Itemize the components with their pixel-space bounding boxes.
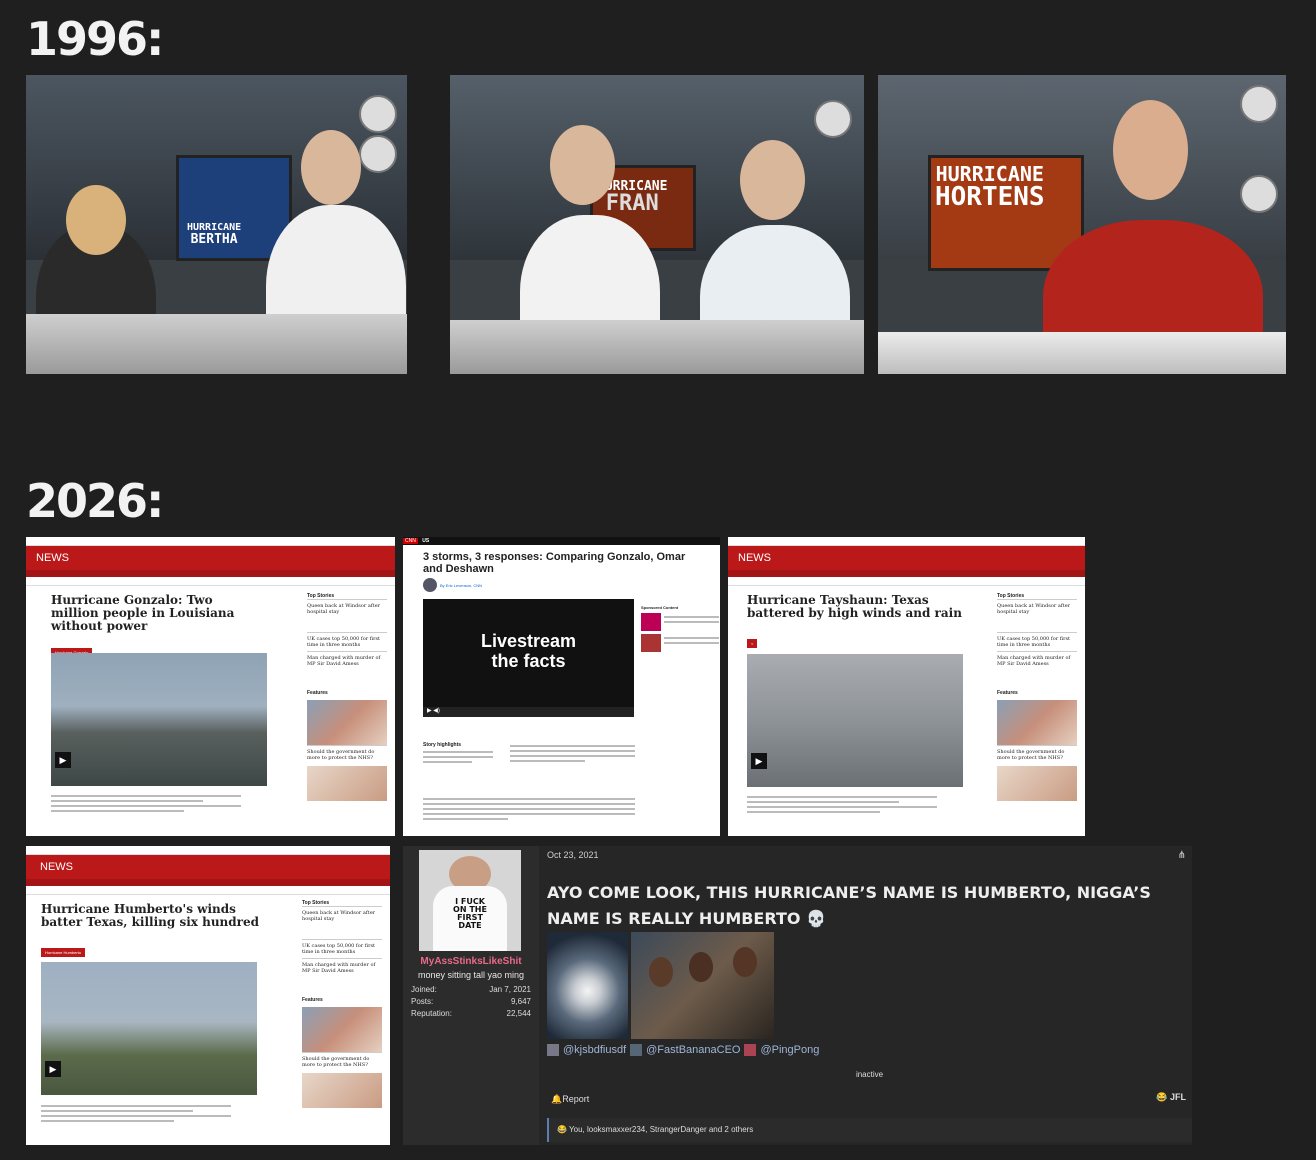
top-story-link[interactable]: Man charged with murder of MP Sir David …	[307, 651, 387, 670]
mention-link[interactable]: @kjsbdfiusdf	[563, 1044, 626, 1056]
cnn-logo[interactable]: CNN	[403, 538, 418, 544]
laugh-icon: 😂	[1156, 1092, 1168, 1102]
post-content: AYO COME LOOK, THIS HURRICANE’S NAME IS …	[547, 883, 1151, 928]
mention-link[interactable]: @PingPong	[760, 1044, 819, 1056]
news-still-fran: HURRICANE FRAN	[450, 75, 864, 374]
article-title: Hurricane Humberto's winds batter Texas,…	[41, 902, 260, 929]
video-text: the facts	[491, 651, 566, 671]
cnn-article: CNN US 3 storms, 3 responses: Comparing …	[403, 537, 720, 836]
top-story-link[interactable]: Man charged with murder of MP Sir David …	[302, 958, 382, 977]
bbc-news-brand[interactable]: NEWS	[738, 552, 771, 564]
mention-avatar	[547, 1044, 559, 1056]
article-photo: ▶	[41, 962, 257, 1095]
mention-avatar	[630, 1044, 643, 1056]
username-link[interactable]: MyAssStinksLikeShit	[403, 956, 539, 967]
features-heading: Features	[997, 690, 1018, 696]
byline[interactable]: By Eric Levenson, CNN	[440, 583, 482, 588]
top-story-link[interactable]: UK cases top 50,000 for first time in th…	[302, 939, 382, 958]
author-avatar	[423, 578, 437, 592]
bbc-article-gonzalo: NEWS Hurricane Gonzalo: Two million peop…	[26, 537, 395, 836]
news-still-hortense: HURRICANE HORTENS	[878, 75, 1286, 374]
post-date[interactable]: Oct 23, 2021	[547, 850, 599, 860]
posts-row: Posts: 9,647	[411, 997, 531, 1006]
bell-icon: 🔔	[551, 1094, 563, 1104]
play-icon[interactable]: ▶	[45, 1061, 61, 1077]
highlights-heading: Story highlights	[423, 742, 462, 748]
top-story-link[interactable]: Man charged with murder of MP Sir David …	[997, 651, 1077, 670]
laugh-icon: 😂	[557, 1125, 567, 1134]
news-still-bertha: HURRICANE BERTHA	[26, 75, 407, 374]
sign-hortense: HURRICANE HORTENS	[935, 162, 1045, 212]
sign-bertha: HURRICANE BERTHA	[187, 222, 242, 247]
reaction-photo[interactable]	[631, 932, 774, 1039]
user-card: I FUCK ON THE FIRST DATE MyAssStinksLike…	[403, 846, 539, 1145]
bbc-news-brand[interactable]: NEWS	[40, 861, 73, 873]
status-text: inactive	[855, 1070, 884, 1079]
feature-link[interactable]: Should the government do more to protect…	[997, 745, 1077, 764]
top-story-link[interactable]: Queen back at Windsor after hospital sta…	[302, 906, 382, 925]
share-icon[interactable]: ⋔	[1178, 850, 1186, 861]
bbc-article-humberto: NEWS Hurricane Humberto's winds batter T…	[26, 846, 390, 1145]
user-avatar[interactable]: I FUCK ON THE FIRST DATE	[419, 850, 521, 951]
satellite-image[interactable]	[547, 932, 628, 1039]
user-title: money sitting tall yao ming	[417, 970, 525, 980]
reputation-row: Reputation: 22,544	[411, 1009, 531, 1018]
sponsored-heading: Sponsored Content	[641, 605, 679, 610]
top-story-link[interactable]: Queen back at Windsor after hospital sta…	[307, 599, 387, 618]
top-story-link[interactable]: UK cases top 50,000 for first time in th…	[997, 632, 1077, 651]
mention-link[interactable]: @FastBananaCEO	[646, 1044, 740, 1056]
article-title: Hurricane Tayshaun: Texas battered by hi…	[747, 593, 962, 620]
reactions-bar[interactable]: 😂 You, looksmaxxer234, StrangerDanger an…	[547, 1118, 1192, 1142]
features-heading: Features	[307, 690, 328, 696]
bbc-article-tayshaun: NEWS Hurricane Tayshaun: Texas battered …	[728, 537, 1085, 836]
reaction-button[interactable]: 😂 JFL	[1156, 1092, 1186, 1103]
reactors-list: You, looksmaxxer234, StrangerDanger and …	[569, 1125, 754, 1134]
article-photo: ▶	[747, 654, 963, 787]
feature-link[interactable]: Should the government do more to protect…	[302, 1052, 382, 1071]
mention-avatar	[744, 1044, 757, 1056]
top-story-link[interactable]: Queen back at Windsor after hospital sta…	[997, 599, 1077, 618]
article-title: 3 storms, 3 responses: Comparing Gonzalo…	[423, 551, 686, 575]
joined-row: Joined: Jan 7, 2021	[411, 985, 531, 994]
top-story-link[interactable]: UK cases top 50,000 for first time in th…	[307, 632, 387, 651]
report-button[interactable]: 🔔Report	[551, 1094, 589, 1105]
cnn-section[interactable]: US	[419, 538, 429, 544]
video-text: Livestream	[480, 631, 577, 651]
heading-2026: 2026:	[26, 474, 164, 528]
article-title: Hurricane Gonzalo: Two million people in…	[51, 593, 235, 633]
feature-link[interactable]: Should the government do more to protect…	[307, 745, 387, 764]
article-photo: ▶	[51, 653, 267, 786]
avatar-shirt-text: I FUCK ON THE FIRST DATE	[453, 897, 487, 930]
forum-post: I FUCK ON THE FIRST DATE MyAssStinksLike…	[403, 846, 1192, 1145]
topic-tag[interactable]: Hurricane Humberto	[41, 948, 86, 957]
play-icon[interactable]: ▶	[751, 753, 767, 769]
video-player[interactable]: Livestream the facts ▶ ◀)	[423, 599, 634, 717]
heading-1996: 1996:	[26, 12, 164, 66]
bbc-news-brand[interactable]: NEWS	[36, 552, 69, 564]
play-icon[interactable]: ▶	[55, 752, 71, 768]
features-heading: Features	[302, 997, 323, 1003]
